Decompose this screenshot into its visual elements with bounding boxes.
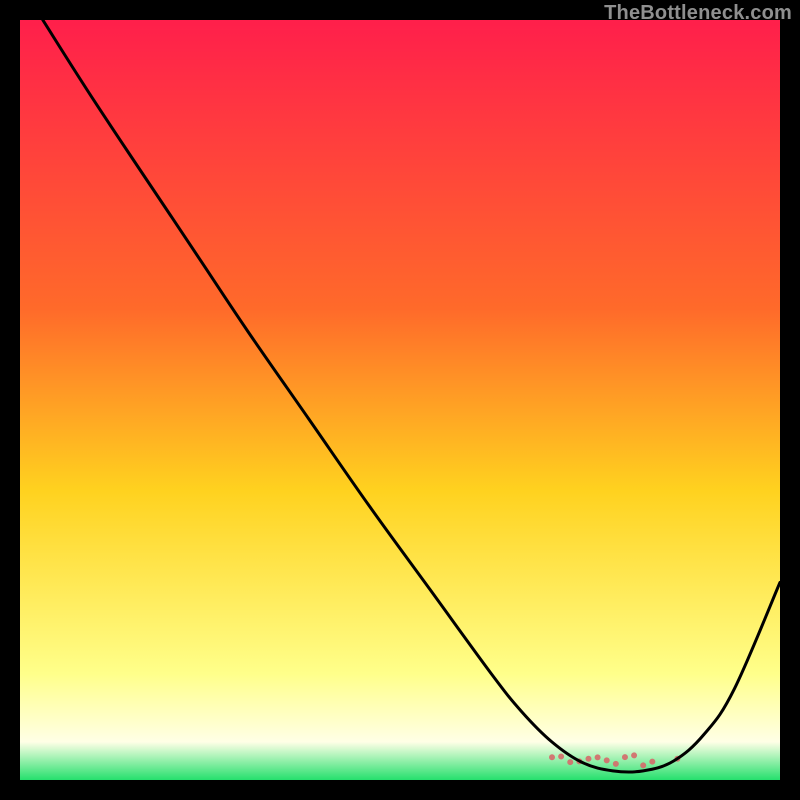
watermark-text: TheBottleneck.com — [604, 2, 792, 25]
chart-frame: TheBottleneck.com — [0, 0, 800, 800]
gradient-background — [20, 20, 780, 780]
chart-plot — [20, 20, 780, 780]
chart-svg — [20, 20, 780, 780]
